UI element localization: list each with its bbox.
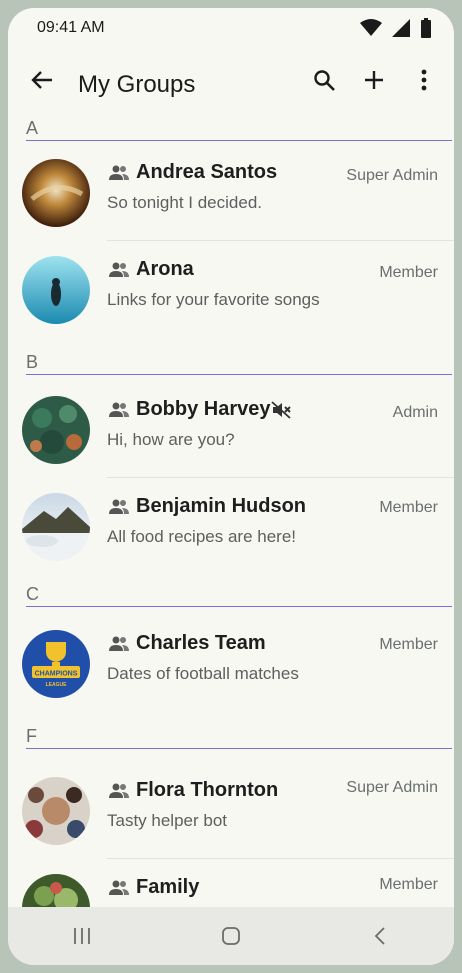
- section-divider: [26, 748, 452, 749]
- more-vert-icon: [421, 69, 427, 91]
- row-title: Andrea Santos: [108, 161, 277, 184]
- group-name: Arona: [136, 258, 194, 280]
- group-row[interactable]: CHAMPIONS LEAGUE Charles Team Member Dat…: [8, 616, 454, 712]
- group-icon: [109, 636, 129, 651]
- role-label: Member: [379, 499, 438, 516]
- role-label: Member: [379, 636, 438, 653]
- role-label: Admin: [392, 404, 438, 421]
- section-divider: [26, 374, 452, 375]
- role-label: Super Admin: [346, 167, 438, 184]
- back-arrow-icon: [31, 71, 52, 89]
- group-icon: [109, 402, 129, 417]
- avatar: [22, 777, 90, 845]
- search-icon: [314, 70, 335, 91]
- home-icon: [222, 927, 240, 945]
- group-subtitle: All food recipes are here!: [107, 527, 296, 546]
- back-icon: [374, 927, 385, 945]
- row-divider: [107, 477, 454, 478]
- row-divider: [107, 858, 454, 859]
- group-subtitle: Dates of football matches: [107, 664, 299, 683]
- section-letter: C: [26, 584, 39, 604]
- wifi-icon: [360, 19, 382, 36]
- status-bar: 09:41 AM: [8, 8, 454, 48]
- app-bar-actions: [310, 66, 438, 94]
- group-icon: [109, 262, 129, 277]
- section-divider: [26, 606, 452, 607]
- section-letter: A: [26, 118, 39, 138]
- system-back-button[interactable]: [340, 912, 420, 960]
- plus-icon: [365, 71, 383, 89]
- recent-apps-button[interactable]: [42, 912, 122, 960]
- group-subtitle: Hi, how are you?: [107, 430, 235, 449]
- group-name: Flora Thornton: [136, 779, 279, 801]
- screen: 09:41 AM My Groups A Andrea Santos Super…: [8, 8, 454, 965]
- page-title: My Groups: [78, 71, 196, 98]
- row-title: Bobby Harvey: [108, 398, 291, 421]
- row-title: Family: [108, 876, 199, 899]
- group-subtitle: Links for your favorite songs: [107, 290, 320, 309]
- row-title: Arona: [108, 258, 194, 281]
- back-button[interactable]: [28, 66, 56, 94]
- home-button[interactable]: [191, 912, 271, 960]
- group-icon: [109, 783, 129, 798]
- battery-icon: [421, 18, 431, 38]
- group-name: Charles Team: [136, 632, 266, 654]
- group-row[interactable]: Andrea Santos Super Admin So tonight I d…: [8, 145, 454, 241]
- search-button[interactable]: [310, 66, 338, 94]
- avatar: [22, 159, 90, 227]
- avatar: [22, 396, 90, 464]
- section-header-a: A: [26, 118, 452, 141]
- app-bar: My Groups: [8, 48, 454, 112]
- row-title: Benjamin Hudson: [108, 495, 306, 518]
- status-icons: [360, 18, 432, 38]
- section-letter: F: [26, 726, 37, 746]
- group-subtitle: So tonight I decided.: [107, 193, 263, 212]
- status-time: 09:41 AM: [37, 19, 105, 36]
- recent-apps-icon: [74, 928, 91, 944]
- group-icon: [109, 499, 129, 514]
- section-header-b: B: [26, 352, 452, 375]
- row-title: Flora Thornton: [108, 779, 278, 802]
- section-letter: B: [26, 352, 39, 372]
- more-options-button[interactable]: [410, 66, 438, 94]
- group-row[interactable]: Flora Thornton Super Admin Tasty helper …: [8, 763, 454, 859]
- role-label: Member: [379, 876, 438, 893]
- group-row[interactable]: Bobby Harvey Admin Hi, how are you?: [8, 382, 454, 478]
- role-label: Super Admin: [346, 779, 438, 796]
- group-row[interactable]: Benjamin Hudson Member All food recipes …: [8, 479, 454, 575]
- muted-icon: [270, 400, 291, 419]
- group-name: Bobby Harvey: [136, 398, 271, 420]
- role-label: Member: [379, 264, 438, 281]
- section-header-c: C: [26, 584, 452, 607]
- system-nav-bar: [8, 907, 454, 965]
- group-name: Family: [136, 876, 200, 898]
- add-group-button[interactable]: [360, 66, 388, 94]
- group-row[interactable]: Arona Member Links for your favorite son…: [8, 242, 454, 338]
- cell-signal-icon: [392, 19, 410, 37]
- group-icon: [109, 165, 129, 180]
- league-logo-text: LEAGUE: [46, 682, 68, 688]
- avatar: [22, 493, 90, 561]
- row-title: Charles Team: [108, 632, 266, 655]
- section-header-f: F: [26, 726, 452, 749]
- group-name: Benjamin Hudson: [136, 495, 307, 517]
- group-name: Andrea Santos: [136, 161, 278, 183]
- group-subtitle: Tasty helper bot: [107, 811, 228, 830]
- avatar: [22, 256, 90, 324]
- row-divider: [107, 240, 454, 241]
- group-icon: [109, 880, 129, 895]
- avatar: CHAMPIONS LEAGUE: [22, 630, 90, 698]
- device-frame: 09:41 AM My Groups A Andrea Santos Super…: [0, 0, 462, 973]
- champions-logo-text: CHAMPIONS: [35, 671, 78, 678]
- section-divider: [26, 140, 452, 141]
